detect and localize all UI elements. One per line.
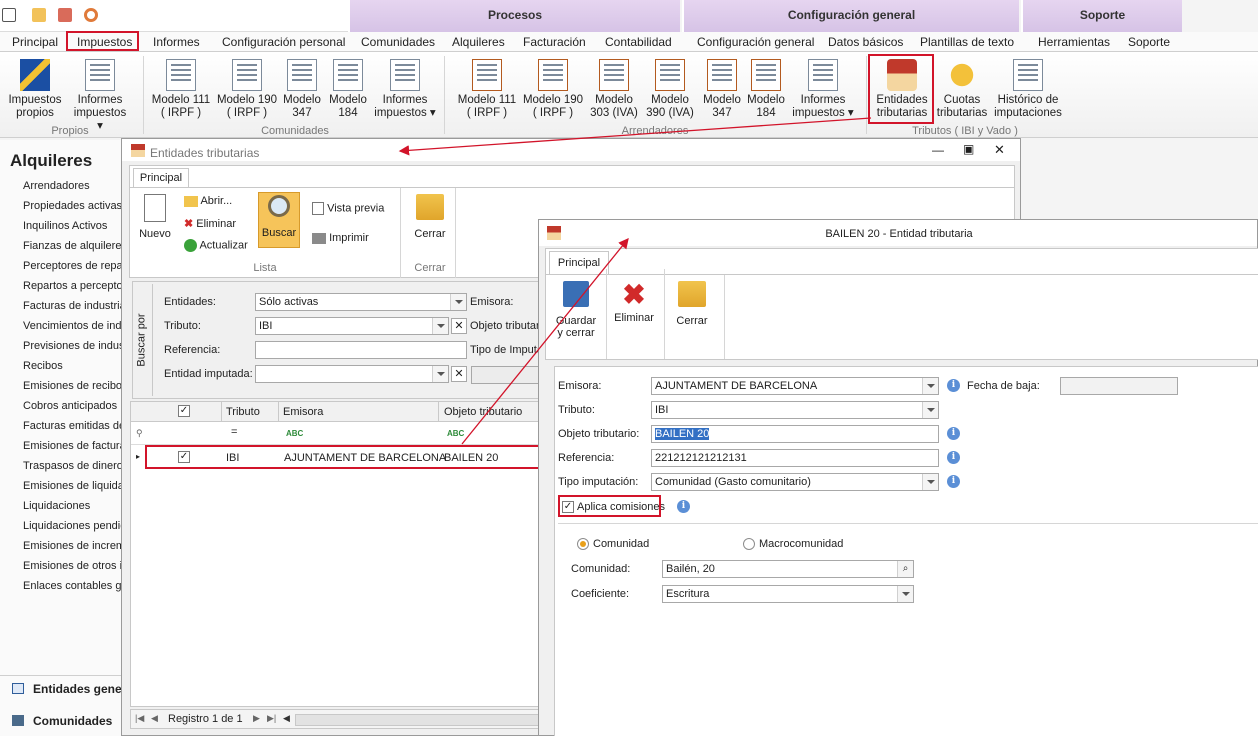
annotation-arrows xyxy=(398,117,872,445)
arrow-to-entidad-window xyxy=(461,237,629,445)
arrow-to-entidades-window xyxy=(398,117,872,156)
